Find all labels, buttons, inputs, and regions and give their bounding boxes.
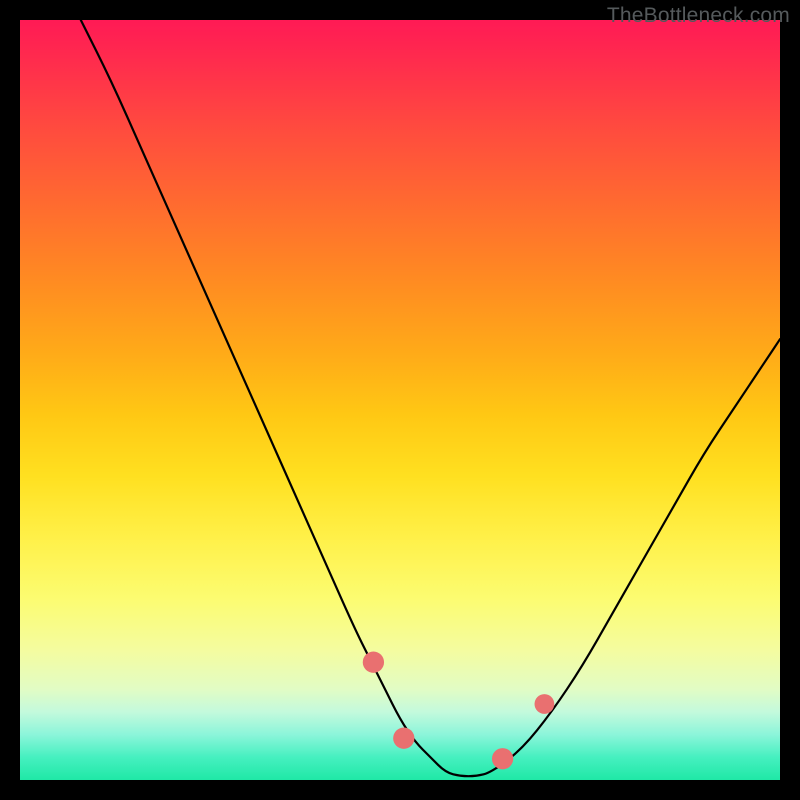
marker-bead [535,694,555,714]
marker-bead [492,748,513,769]
watermark-text: TheBottleneck.com [607,4,790,28]
marker-bead [393,728,414,749]
curve-markers [363,652,555,773]
chart-frame: TheBottleneck.com [0,0,800,800]
plot-area [20,20,780,780]
curve-layer [20,20,780,780]
marker-bead [363,652,384,673]
bottleneck-curve [81,20,780,776]
marker-pill [423,769,484,773]
marker-pill [514,731,525,746]
